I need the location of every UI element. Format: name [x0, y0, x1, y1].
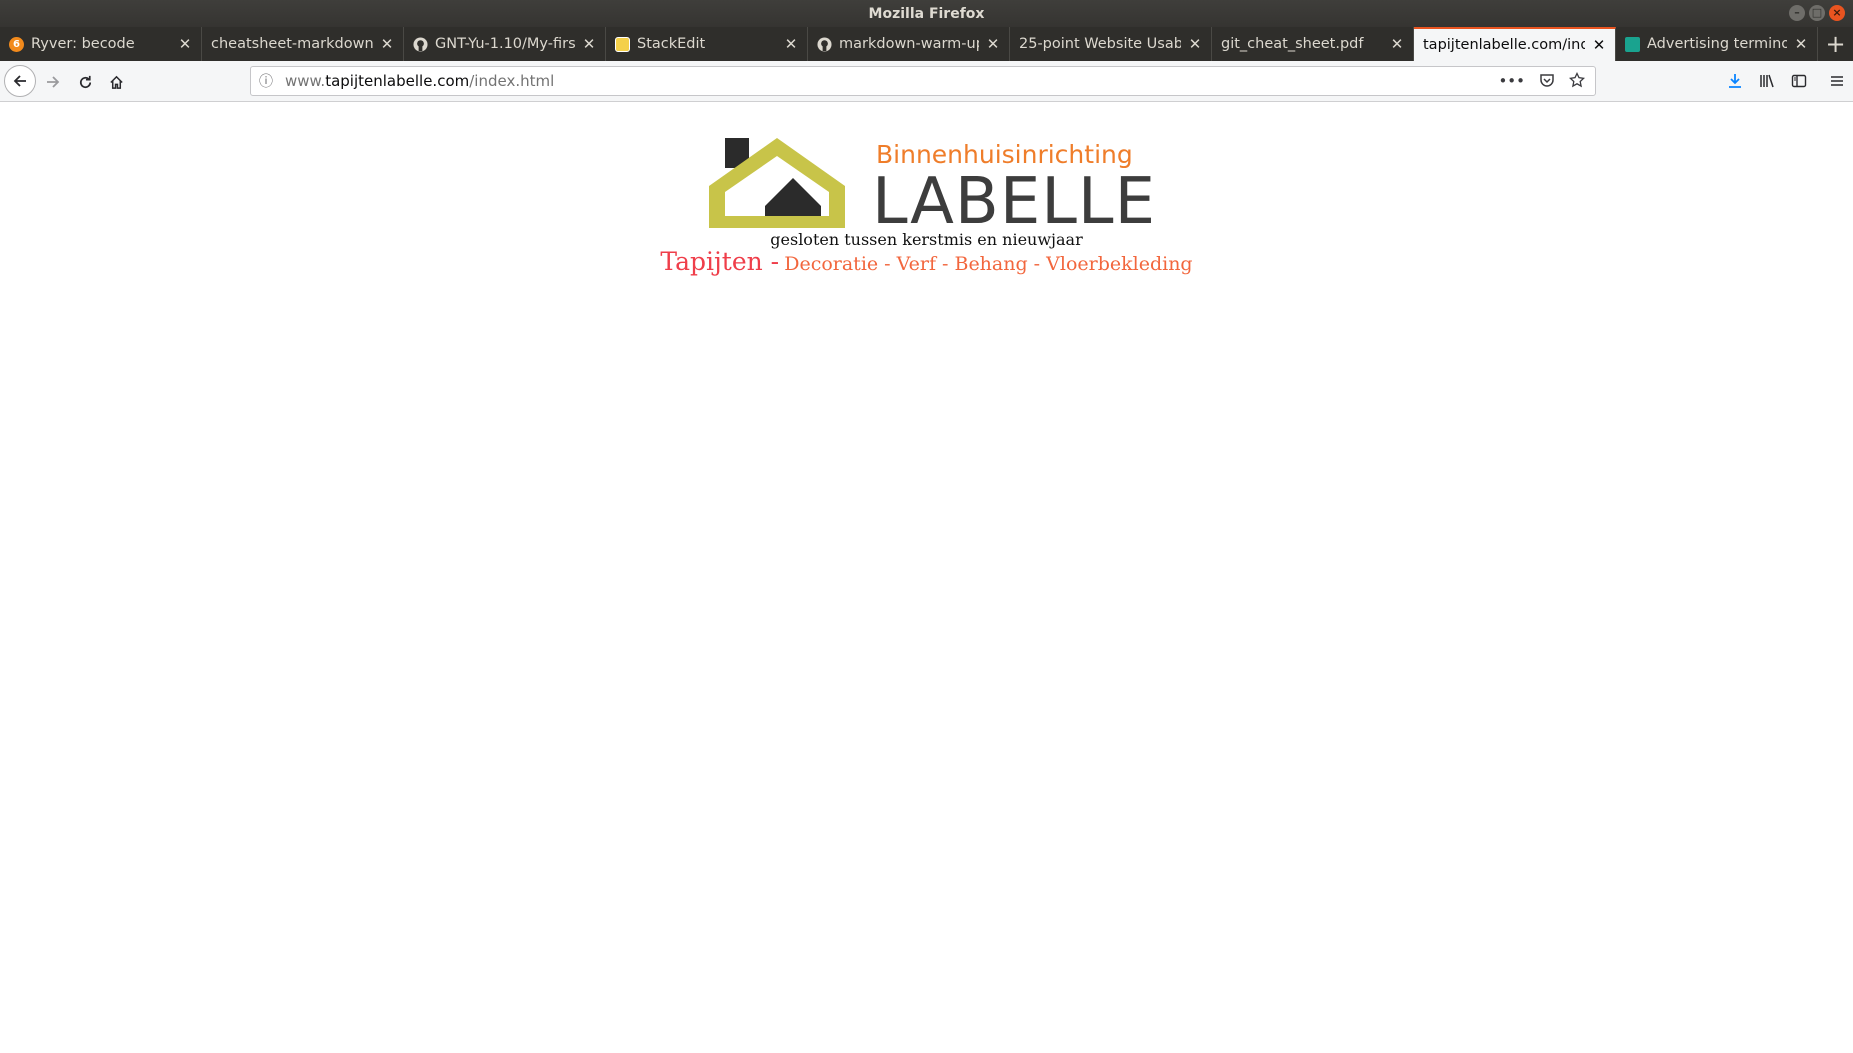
tab-ryver[interactable]: 6 Ryver: becode ✕ — [0, 27, 202, 61]
github-icon — [817, 36, 832, 52]
tab-close-icon[interactable]: ✕ — [1591, 36, 1607, 54]
stackedit-icon — [615, 36, 630, 52]
tab-close-icon[interactable]: ✕ — [581, 35, 597, 53]
forward-arrow-icon — [47, 76, 60, 88]
tab-close-icon[interactable]: ✕ — [1389, 35, 1405, 53]
sidebar-icon[interactable] — [1783, 67, 1815, 95]
minimize-button[interactable]: – — [1789, 5, 1805, 21]
tab-label: GNT-Yu-1.10/My-first- — [435, 36, 575, 52]
back-arrow-icon — [13, 75, 26, 87]
tagline: Tapijten - Decoratie - Verf - Behang - V… — [0, 247, 1853, 276]
reload-icon — [79, 75, 91, 88]
navigation-toolbar: ⓘ www.tapijtenlabelle.com/index.html ••• — [0, 61, 1853, 102]
tab-label: StackEdit — [637, 36, 706, 52]
pocket-icon[interactable] — [1539, 72, 1555, 88]
downloads-icon[interactable] — [1719, 67, 1751, 95]
tab-close-icon[interactable]: ✕ — [783, 35, 799, 53]
window-controls: – □ × — [1789, 5, 1845, 21]
tab-label: tapijtenlabelle.com/inde — [1423, 37, 1585, 53]
home-button[interactable] — [101, 67, 131, 97]
tab-close-icon[interactable]: ✕ — [177, 35, 193, 53]
close-window-button[interactable]: × — [1829, 5, 1845, 21]
tab-stackedit[interactable]: StackEdit ✕ — [606, 27, 808, 61]
info-icon[interactable]: ⓘ — [251, 71, 281, 91]
tab-label: git_cheat_sheet.pdf — [1221, 36, 1364, 52]
labelle-logo[interactable]: Binnenhuisinrichting LABELLE — [705, 136, 1155, 234]
maximize-button[interactable]: □ — [1809, 5, 1825, 21]
page-actions: ••• — [1498, 72, 1595, 90]
tab-label: Ryver: becode — [31, 36, 135, 52]
url-path: /index.html — [469, 72, 555, 90]
tab-label: Advertising terminolo — [1647, 36, 1787, 52]
github-icon — [413, 36, 428, 52]
tab-close-icon[interactable]: ✕ — [1187, 35, 1203, 53]
new-tab-button[interactable]: + — [1818, 27, 1853, 61]
teal-square-icon — [1625, 36, 1640, 52]
reload-button[interactable] — [70, 67, 100, 97]
tab-github-markdown-warm-up[interactable]: markdown-warm-up/ ✕ — [808, 27, 1010, 61]
url-host: tapijtenlabelle.com — [325, 72, 470, 90]
url-host-prefix: www. — [285, 72, 326, 90]
home-icon — [109, 75, 123, 89]
back-button[interactable] — [4, 65, 36, 97]
house-logo-icon — [709, 138, 845, 228]
forward-button[interactable] — [38, 67, 68, 97]
tab-close-icon[interactable]: ✕ — [379, 35, 395, 53]
tab-git-cheat-sheet[interactable]: git_cheat_sheet.pdf ✕ — [1212, 27, 1414, 61]
url-bar[interactable]: ⓘ www.tapijtenlabelle.com/index.html ••• — [250, 66, 1596, 96]
tab-advertising-terminology[interactable]: Advertising terminolo ✕ — [1616, 27, 1818, 61]
tagline-main: Tapijten - — [660, 247, 780, 276]
hamburger-menu-icon[interactable] — [1821, 67, 1853, 95]
tab-label: 25-point Website Usabil — [1019, 36, 1181, 52]
bookmark-star-icon[interactable] — [1569, 72, 1585, 88]
tab-tapijtenlabelle[interactable]: tapijtenlabelle.com/inde ✕ — [1414, 27, 1616, 61]
library-icon[interactable] — [1751, 67, 1783, 95]
page-content: Binnenhuisinrichting LABELLE gesloten tu… — [0, 102, 1853, 1053]
window-title: Mozilla Firefox — [868, 5, 985, 22]
tab-close-icon[interactable]: ✕ — [985, 35, 1001, 53]
tab-label: markdown-warm-up/ — [839, 36, 979, 52]
page-actions-menu-icon[interactable]: ••• — [1498, 72, 1525, 90]
tab-strip: 6 Ryver: becode ✕ cheatsheet-markdown.p … — [0, 27, 1853, 61]
tagline-rest: Decoratie - Verf - Behang - Vloerbekledi… — [784, 253, 1193, 275]
tab-cheatsheet-markdown[interactable]: cheatsheet-markdown.p ✕ — [202, 27, 404, 61]
tab-website-usability[interactable]: 25-point Website Usabil ✕ — [1010, 27, 1212, 61]
tab-github-my-first[interactable]: GNT-Yu-1.10/My-first- ✕ — [404, 27, 606, 61]
url-text[interactable]: www.tapijtenlabelle.com/index.html — [281, 72, 1498, 90]
logo-title: LABELLE — [872, 165, 1156, 239]
toolbar-icons — [1719, 67, 1853, 95]
window-titlebar: Mozilla Firefox – □ × — [0, 0, 1853, 27]
ryver-icon: 6 — [9, 36, 24, 52]
tab-label: cheatsheet-markdown.p — [211, 36, 373, 52]
tab-close-icon[interactable]: ✕ — [1793, 35, 1809, 53]
